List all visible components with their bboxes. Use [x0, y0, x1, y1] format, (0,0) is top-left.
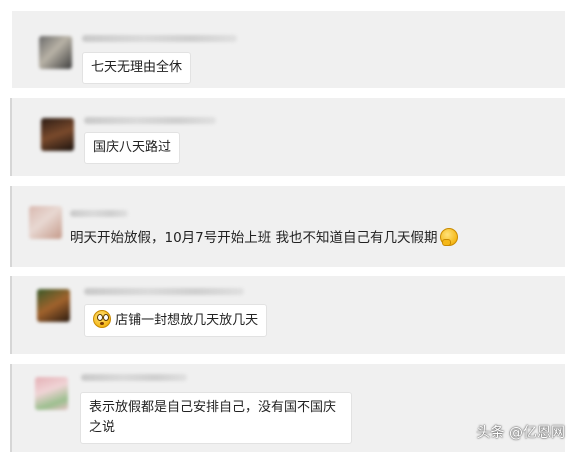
avatar[interactable] — [41, 118, 74, 151]
username-blurred — [81, 374, 187, 381]
comment-text: 表示放假都是自己安排自己，没有国不国庆之说 — [80, 392, 352, 444]
comment-text-content: 店铺一封想放几天放几天 — [115, 313, 259, 328]
username-blurred — [82, 35, 237, 42]
comment-text-content: 七天无理由全休 — [91, 60, 183, 75]
comment-card: 明天开始放假，10月7号开始上班 我也不知道自己有几天假期 — [10, 186, 565, 267]
comment-text-content: 明天开始放假，10月7号开始上班 我也不知道自己有几天假期 — [70, 230, 438, 246]
comment-card: 国庆八天路过 — [10, 98, 565, 176]
thinking-face-icon — [439, 228, 458, 246]
comment-text: 国庆八天路过 — [84, 132, 181, 164]
comment-card: 七天无理由全休 — [12, 11, 565, 88]
comment-text-content: 国庆八天路过 — [93, 140, 172, 155]
username-blurred — [84, 288, 244, 295]
comment-text: 明天开始放假，10月7号开始上班 我也不知道自己有几天假期 — [70, 228, 458, 248]
comment-text: 店铺一封想放几天放几天 — [84, 304, 268, 337]
comment-text: 七天无理由全休 — [82, 52, 192, 84]
avatar[interactable] — [37, 289, 70, 322]
username-blurred — [84, 117, 216, 124]
comment-card: 店铺一封想放几天放几天 — [10, 276, 565, 354]
avatar[interactable] — [35, 377, 68, 410]
avatar[interactable] — [29, 206, 62, 239]
avatar[interactable] — [39, 36, 72, 69]
comment-text-content: 表示放假都是自己安排自己，没有国不国庆之说 — [89, 400, 337, 435]
watermark: 头条 @亿恩网 — [476, 425, 565, 441]
flushed-face-icon — [93, 310, 111, 328]
username-blurred — [70, 210, 128, 217]
